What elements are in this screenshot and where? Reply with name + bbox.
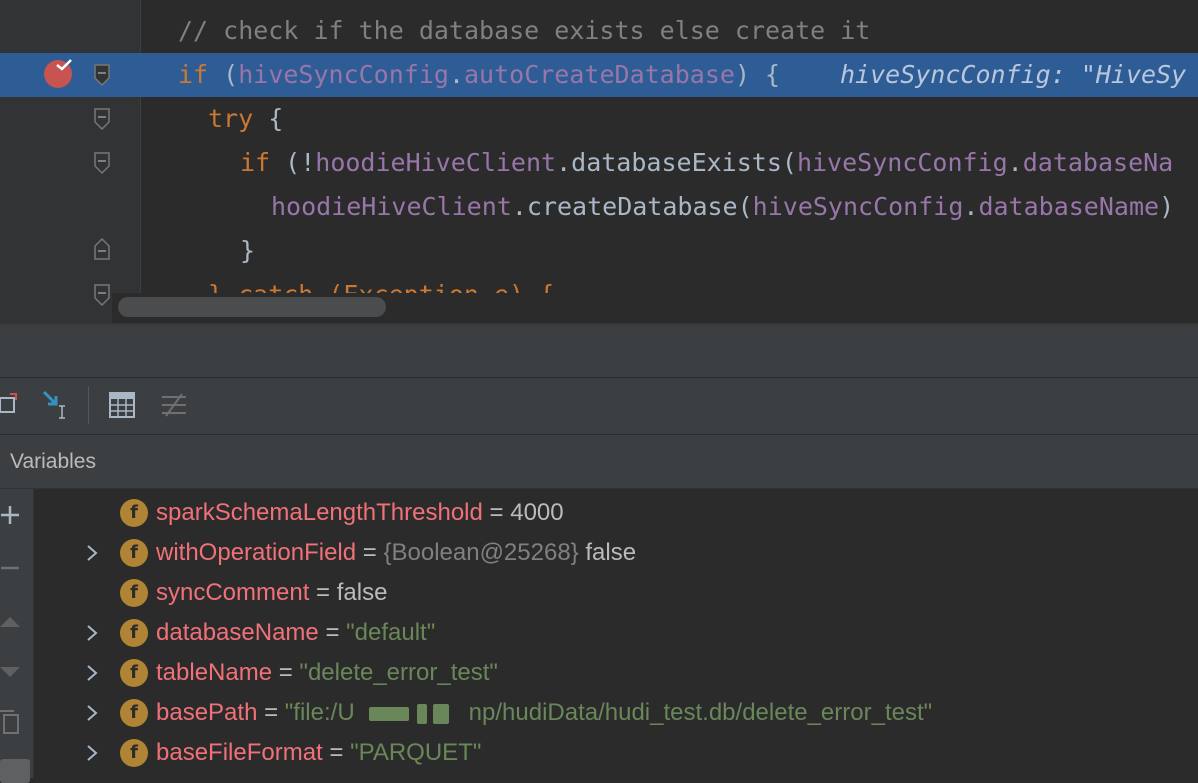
chevron-right-icon[interactable] [86, 705, 98, 721]
variable-row[interactable]: f sparkSchemaLengthThreshold = 4000 [34, 493, 1198, 533]
variable-row[interactable]: f syncComment = false [34, 573, 1198, 613]
variable-row[interactable]: f tableName = "delete_error_test" [34, 653, 1198, 693]
redacted-block [432, 703, 449, 724]
field-badge-icon: f [120, 699, 148, 727]
code-line[interactable]: if (!hoodieHiveClient.databaseExists(hiv… [0, 141, 1198, 185]
chevron-right-icon[interactable] [86, 625, 98, 641]
variables-title: Variables [10, 450, 96, 473]
keyword-try: try [208, 104, 254, 133]
down-icon[interactable] [0, 657, 30, 687]
variable-name: baseFileFormat [156, 739, 323, 766]
copy-icon[interactable] [0, 707, 30, 737]
chevron-right-icon[interactable] [86, 545, 98, 561]
variable-value-start: "file:/U [284, 699, 355, 726]
variable-name: sparkSchemaLengthThreshold [156, 499, 483, 526]
variable-value-end: np/hudiData/hudi_test.db/delete_error_te… [468, 699, 933, 726]
variable-value: false [578, 539, 637, 566]
fold-marker-icon[interactable] [94, 108, 110, 130]
breakpoint-check-icon [56, 59, 72, 71]
execution-line[interactable]: if (hiveSyncConfig.autoCreateDatabase) {… [0, 53, 1198, 97]
code-method: createDatabase [526, 192, 738, 221]
code-line[interactable]: } [0, 229, 1198, 273]
debug-toolbar [0, 378, 1198, 435]
field-badge-icon: f [120, 539, 148, 567]
variable-name: syncComment [156, 579, 310, 606]
up-icon[interactable] [0, 605, 30, 635]
fold-end-marker-icon[interactable] [94, 238, 110, 260]
field-badge-icon: f [120, 739, 148, 767]
step-into-cursor-icon[interactable] [40, 388, 74, 422]
code-identifier: hiveSyncConfig [752, 192, 964, 221]
code-field: databaseNa [1022, 148, 1174, 177]
code-identifier: hoodieHiveClient [315, 148, 557, 177]
code-line[interactable]: // check if the database exists else cre… [0, 9, 1198, 53]
variable-row[interactable]: f withOperationField = {Boolean@25268} f… [34, 533, 1198, 573]
field-badge-icon: f [120, 619, 148, 647]
keyword-if: if [240, 148, 271, 177]
variables-side-toolbar [0, 489, 34, 783]
variables-tree[interactable]: f sparkSchemaLengthThreshold = 4000 f wi… [34, 489, 1198, 778]
variable-name: basePath [156, 699, 258, 726]
code-line[interactable]: try { [0, 97, 1198, 141]
code-identifier: hiveSyncConfig [796, 148, 1008, 177]
chevron-right-icon[interactable] [86, 665, 98, 681]
glasses-icon[interactable] [0, 753, 30, 783]
redacted-block [368, 706, 409, 721]
variable-row[interactable]: f basePath = "file:/U np/hudiData/hudi_te… [34, 693, 1198, 733]
code-comment: // check if the database exists else cre… [178, 16, 871, 45]
chevron-right-icon[interactable] [86, 745, 98, 761]
field-badge-icon: f [120, 579, 148, 607]
restore-layout-icon[interactable] [0, 388, 26, 422]
add-icon[interactable] [0, 501, 30, 531]
variable-value: "default" [346, 619, 436, 646]
variable-value: 4000 [510, 499, 564, 526]
fold-marker-icon[interactable] [94, 152, 110, 174]
keyword-if: if [178, 60, 209, 89]
variable-value: "PARQUET" [350, 739, 482, 766]
fold-marker-icon[interactable] [94, 284, 110, 306]
field-badge-icon: f [120, 499, 148, 527]
code-field: databaseName [978, 192, 1160, 221]
code-editor[interactable]: // check if the database exists else cre… [0, 0, 1198, 323]
horizontal-scrollbar-thumb[interactable] [118, 297, 386, 317]
variables-header: Variables [0, 435, 1198, 489]
code-field: autoCreateDatabase [464, 60, 735, 89]
variable-row[interactable]: f databaseName = "default" [34, 613, 1198, 653]
variable-name: tableName [156, 659, 273, 686]
evaluate-expression-icon[interactable] [105, 388, 139, 422]
remove-icon[interactable] [0, 553, 30, 583]
code-line[interactable]: hoodieHiveClient.createDatabase(hiveSync… [0, 185, 1198, 229]
toggle-filter-icon[interactable] [157, 388, 191, 422]
variable-type: {Boolean@25268} [383, 539, 579, 566]
field-badge-icon: f [120, 659, 148, 687]
variable-value: false [336, 579, 388, 606]
code-identifier: hiveSyncConfig [238, 60, 449, 89]
variable-value: "delete_error_test" [299, 659, 498, 686]
redacted-block [416, 703, 427, 724]
code-line[interactable]: } catch (Exception e) { [0, 273, 1198, 295]
code-identifier: hoodieHiveClient [271, 192, 512, 221]
variable-row[interactable]: f baseFileFormat = "PARQUET" [34, 733, 1198, 773]
fold-marker-icon[interactable] [94, 64, 110, 86]
code-method: databaseExists [571, 148, 782, 177]
debug-panel-title-bar [0, 325, 1198, 378]
variable-name: databaseName [156, 619, 319, 646]
toolbar-separator [88, 386, 89, 424]
inline-debug-value[interactable]: hiveSyncConfig: "HiveSy [840, 53, 1186, 97]
variable-name: withOperationField [156, 539, 357, 566]
